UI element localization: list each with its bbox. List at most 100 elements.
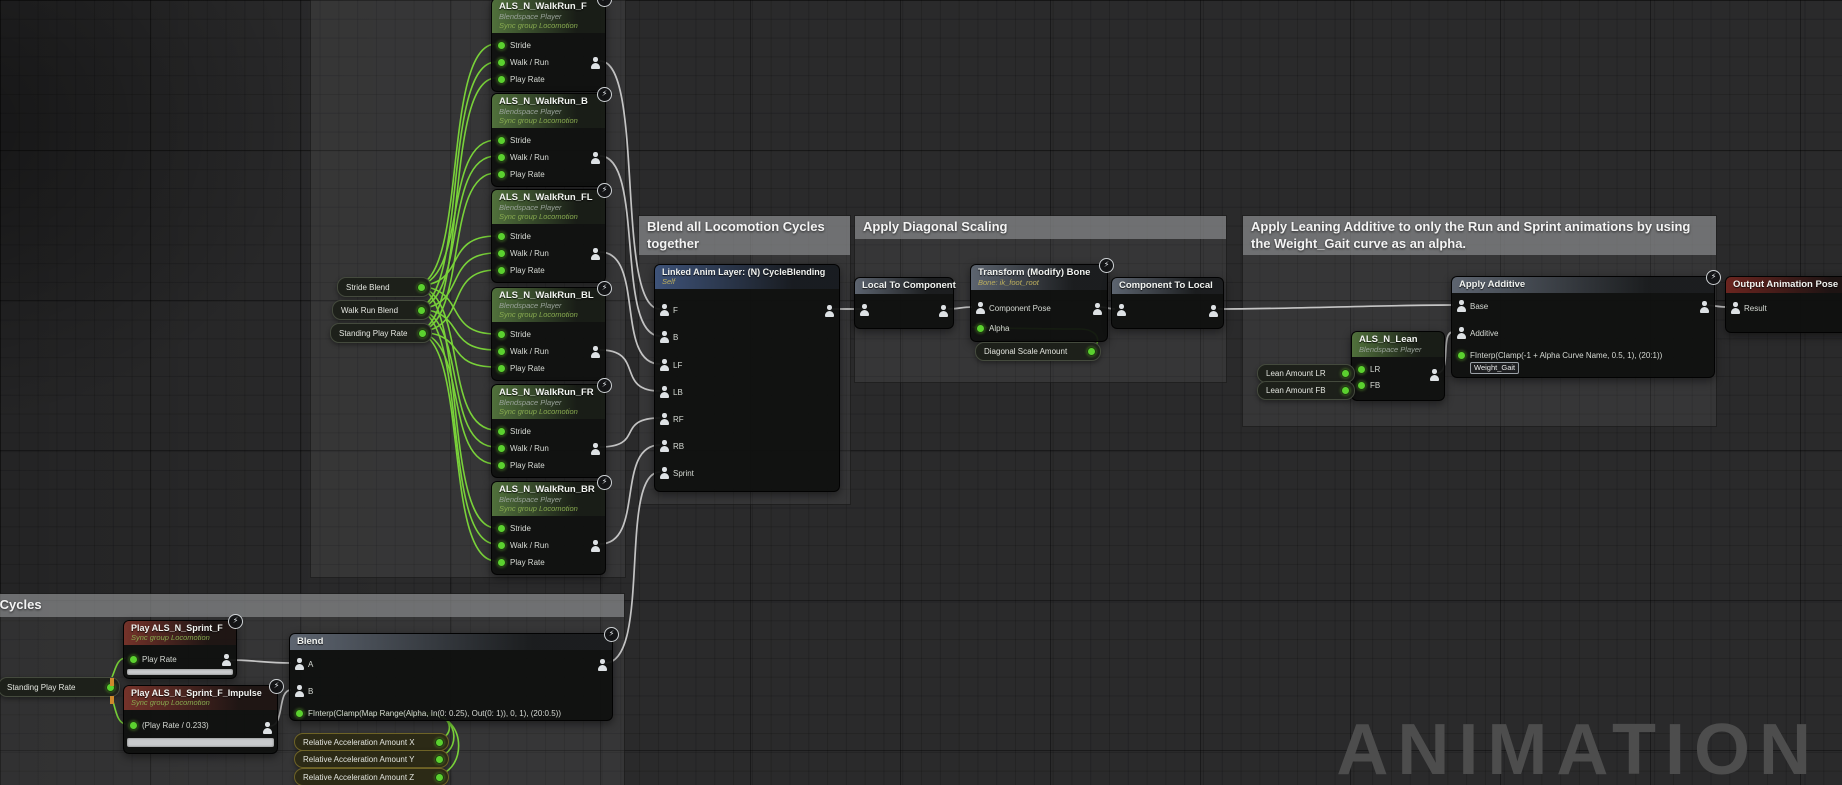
pin-walk-run[interactable]: Walk / Run — [497, 440, 549, 456]
comment-title[interactable]: Apply Leaning Additive to only the Run a… — [1243, 216, 1716, 255]
pose-icon — [591, 57, 600, 69]
var-walk-run-blend[interactable]: Walk Run Blend — [332, 300, 431, 320]
node-output-animation-pose[interactable]: Output Animation Pose Result — [1725, 276, 1842, 333]
pin-play-rate[interactable]: Play Rate — [129, 651, 177, 667]
pin-walk-run[interactable]: Walk / Run — [497, 343, 549, 359]
pin-base[interactable]: Base — [1457, 298, 1488, 314]
pin-b[interactable]: B — [295, 683, 313, 699]
pin-alpha-expression[interactable]: FInterp(Clamp(-1 + Alpha Curve Name, 0.5… — [1457, 348, 1662, 362]
var-stride-blend[interactable]: Stride Blend — [337, 277, 431, 297]
var-relative-acceleration-x[interactable]: Relative Acceleration Amount X — [294, 733, 449, 751]
node-play-als-n-sprint-f-impulse[interactable]: Play ALS_N_Sprint_F_ImpulseSync group Lo… — [123, 685, 278, 754]
pose-output-pin[interactable] — [591, 56, 600, 74]
node-als-n-lean[interactable]: ALS_N_LeanBlendspace Player LR FB — [1351, 331, 1445, 401]
pin-a[interactable]: A — [295, 656, 313, 672]
node-als-n-walkrun-b[interactable]: ALS_N_WalkRun_BBlendspace PlayerSync gro… — [491, 93, 606, 187]
node-als-n-walkrun-bl[interactable]: ALS_N_WalkRun_BLBlendspace PlayerSync gr… — [491, 287, 606, 381]
node-als-n-walkrun-br[interactable]: ALS_N_WalkRun_BRBlendspace PlayerSync gr… — [491, 481, 606, 575]
pose-input-pin[interactable] — [1117, 302, 1126, 318]
pose-output-pin[interactable] — [1430, 368, 1439, 386]
var-standing-play-rate-sprint[interactable]: Standing Play Rate — [0, 677, 120, 697]
float-output-pin[interactable] — [418, 329, 427, 338]
pin-play-rate-expression[interactable]: (Play Rate / 0.233) — [129, 717, 209, 733]
pin-alpha[interactable]: Alpha — [976, 320, 1009, 336]
float-output-pin[interactable] — [1341, 386, 1350, 395]
pin-lf[interactable]: LF — [660, 356, 682, 374]
pin-sprint[interactable]: Sprint — [660, 464, 694, 482]
curve-name-tag[interactable]: Weight_Gait — [1470, 362, 1519, 374]
comment-title[interactable]: Sprinting Cycles — [0, 594, 624, 617]
node-linked-anim-layer-cycleblending[interactable]: Linked Anim Layer: (N) CycleBlendingSelf… — [654, 264, 840, 492]
var-standing-play-rate[interactable]: Standing Play Rate — [330, 323, 432, 343]
pin-b[interactable]: B — [660, 328, 678, 346]
pin-play-rate[interactable]: Play Rate — [497, 360, 545, 376]
pose-output-pin[interactable] — [591, 151, 600, 169]
pin-f[interactable]: F — [660, 301, 678, 319]
var-relative-acceleration-z[interactable]: Relative Acceleration Amount Z — [294, 768, 449, 785]
pose-output-pin[interactable] — [939, 304, 948, 322]
node-apply-additive[interactable]: Apply Additive ⚡ Base Additive FInterp(C… — [1451, 276, 1715, 378]
pin-rf[interactable]: RF — [660, 410, 684, 428]
pin-play-rate[interactable]: Play Rate — [497, 457, 545, 473]
var-lean-amount-fb[interactable]: Lean Amount FB — [1257, 381, 1355, 400]
pin-play-rate[interactable]: Play Rate — [497, 166, 545, 182]
float-output-pin[interactable] — [1087, 347, 1096, 356]
pose-output-pin[interactable] — [591, 539, 600, 557]
pin-additive[interactable]: Additive — [1457, 325, 1498, 341]
pose-output-pin[interactable] — [1209, 304, 1218, 322]
pin-play-rate[interactable]: Play Rate — [497, 71, 545, 87]
node-subtitle: Blendspace Player — [499, 398, 598, 407]
pin-fb[interactable]: FB — [1357, 378, 1380, 392]
node-als-n-walkrun-f[interactable]: ALS_N_WalkRun_FBlendspace PlayerSync gro… — [491, 0, 606, 92]
pin-stride[interactable]: Stride — [497, 37, 531, 53]
pose-icon — [1093, 303, 1102, 315]
pin-stride[interactable]: Stride — [497, 520, 531, 536]
pin-stride[interactable]: Stride — [497, 423, 531, 439]
node-local-to-component[interactable]: Local To Component — [854, 277, 954, 329]
pose-output-pin[interactable] — [222, 653, 231, 671]
pin-lb[interactable]: LB — [660, 383, 683, 401]
pose-output-pin[interactable] — [263, 721, 272, 739]
pose-output-pin[interactable] — [1700, 300, 1709, 318]
var-relative-acceleration-y[interactable]: Relative Acceleration Amount Y — [294, 750, 449, 768]
comment-title[interactable]: Blend all Locomotion Cycles together — [639, 216, 850, 255]
pin-stride[interactable]: Stride — [497, 326, 531, 342]
pose-output-pin[interactable] — [591, 345, 600, 363]
pin-component-pose[interactable]: Component Pose — [976, 300, 1051, 316]
node-play-als-n-sprint-f[interactable]: Play ALS_N_Sprint_FSync group Locomotion… — [123, 620, 237, 679]
pin-stride[interactable]: Stride — [497, 132, 531, 148]
pin-walk-run[interactable]: Walk / Run — [497, 245, 549, 261]
node-als-n-walkrun-fl[interactable]: ALS_N_WalkRun_FLBlendspace PlayerSync gr… — [491, 189, 606, 283]
pin-walk-run[interactable]: Walk / Run — [497, 54, 549, 70]
pose-output-pin[interactable] — [825, 304, 834, 322]
pose-input-pin[interactable] — [860, 302, 869, 318]
node-blend[interactable]: Blend ⚡ A B FInterp(Clamp(Map Range(Alph… — [289, 633, 613, 721]
pose-icon — [660, 413, 669, 425]
float-output-pin[interactable] — [435, 755, 444, 764]
float-pin-icon — [1357, 381, 1366, 390]
pose-output-pin[interactable] — [598, 658, 607, 676]
float-output-pin[interactable] — [417, 283, 426, 292]
pin-play-rate[interactable]: Play Rate — [497, 262, 545, 278]
pin-walk-run[interactable]: Walk / Run — [497, 537, 549, 553]
pin-alpha-expression[interactable]: FInterp(Clamp(Map Range(Alpha, In(0: 0.2… — [295, 705, 561, 721]
pin-rb[interactable]: RB — [660, 437, 684, 455]
pin-walk-run[interactable]: Walk / Run — [497, 149, 549, 165]
pin-lr[interactable]: LR — [1357, 362, 1380, 376]
pin-play-rate[interactable]: Play Rate — [497, 554, 545, 570]
comment-title[interactable]: Apply Diagonal Scaling — [855, 216, 1226, 239]
var-diagonal-scale-amount[interactable]: Diagonal Scale Amount — [975, 342, 1101, 361]
pin-stride[interactable]: Stride — [497, 228, 531, 244]
node-transform-modify-bone[interactable]: Transform (Modify) BoneBone: ik_foot_roo… — [970, 264, 1108, 342]
float-output-pin[interactable] — [417, 306, 426, 315]
node-als-n-walkrun-fr[interactable]: ALS_N_WalkRun_FRBlendspace PlayerSync gr… — [491, 384, 606, 478]
float-output-pin[interactable] — [435, 738, 444, 747]
node-component-to-local[interactable]: Component To Local — [1111, 277, 1224, 329]
float-output-pin[interactable] — [1341, 369, 1350, 378]
float-output-pin[interactable] — [435, 773, 444, 782]
pose-output-pin[interactable] — [591, 442, 600, 460]
anim-graph-canvas[interactable]: ANIMATION Blend all Locomotion Cycles to… — [0, 0, 1842, 785]
pin-result[interactable]: Result — [1731, 300, 1767, 316]
pose-output-pin[interactable] — [1093, 302, 1102, 320]
pose-output-pin[interactable] — [591, 247, 600, 265]
